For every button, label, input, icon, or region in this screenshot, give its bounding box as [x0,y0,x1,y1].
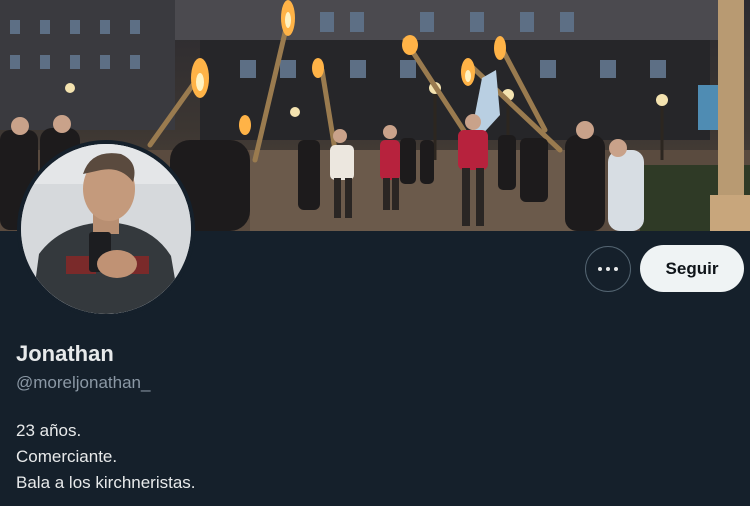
more-horizontal-icon [598,267,602,271]
bio-line: 23 años. [16,421,82,440]
user-handle: @moreljonathan_ [16,373,151,392]
profile-page: Seguir Jonathan @moreljonathan_ 23 años.… [0,0,750,506]
more-options-button[interactable] [585,246,631,292]
display-name: Jonathan [16,341,114,366]
bio-line: Bala a los kirchneristas. [16,473,196,492]
profile-bio: 23 años. Comerciante. Bala a los kirchne… [16,418,196,496]
more-horizontal-icon-dot [606,267,610,271]
avatar-photo [21,144,191,314]
follow-button[interactable]: Seguir [640,245,744,292]
bio-line: Comerciante. [16,447,118,466]
more-horizontal-icon-dot [614,267,618,271]
profile-avatar[interactable] [17,140,195,318]
